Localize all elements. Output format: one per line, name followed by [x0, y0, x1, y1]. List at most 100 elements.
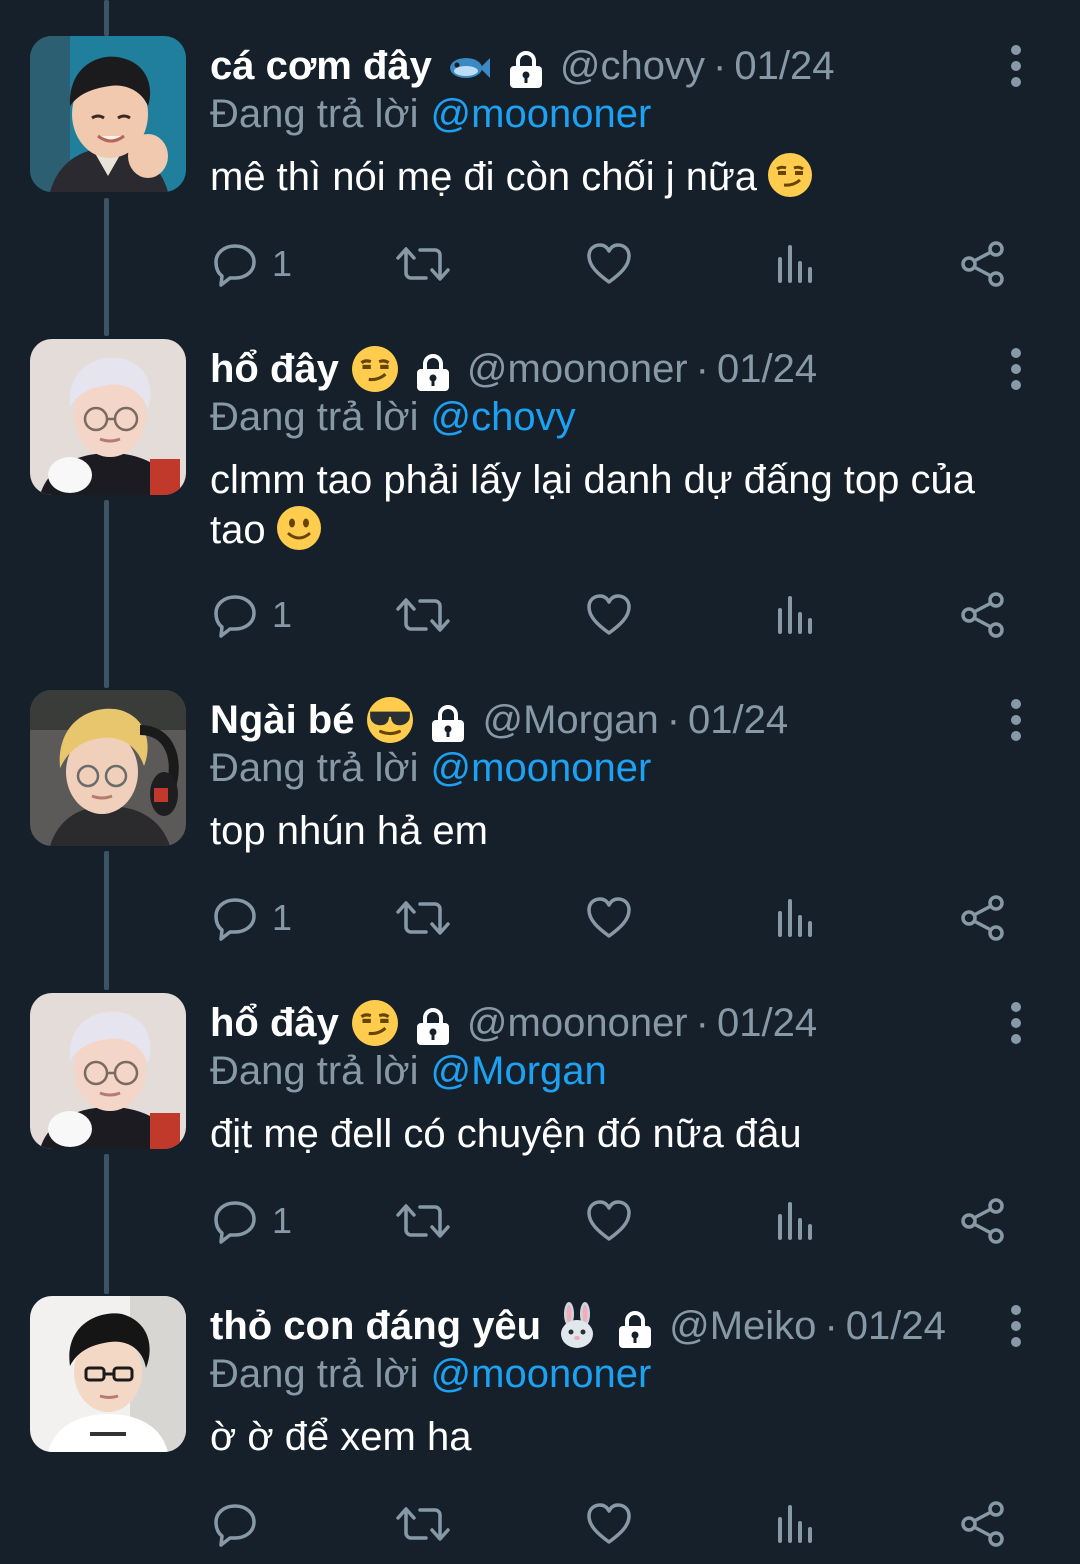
like-button[interactable]: [586, 888, 632, 948]
fish-emoji-icon: [444, 42, 492, 90]
replying-to-label: Đang trả lời: [210, 1352, 419, 1396]
reply-button[interactable]: 1: [212, 1191, 292, 1251]
retweet-button[interactable]: [396, 1191, 450, 1251]
avatar[interactable]: [30, 1296, 186, 1452]
analytics-icon: [778, 899, 812, 937]
avatar[interactable]: [30, 993, 186, 1149]
share-button[interactable]: [960, 888, 1006, 948]
tweet-date[interactable]: 01/24: [688, 690, 788, 750]
reply-button[interactable]: 1: [212, 234, 292, 294]
analytics-button[interactable]: [776, 234, 816, 294]
retweet-button[interactable]: [396, 585, 450, 645]
heart-icon: [587, 897, 631, 938]
tweet-date[interactable]: 01/24: [717, 339, 817, 399]
heart-icon: [587, 594, 631, 635]
reply-button[interactable]: 1: [212, 888, 292, 948]
more-options-icon[interactable]: [1001, 347, 1031, 391]
retweet-icon: [396, 1204, 450, 1238]
separator-dot: ·: [824, 1304, 838, 1348]
more-options-icon[interactable]: [1001, 698, 1031, 742]
replying-to: Đang trả lời @Morgan: [210, 1041, 607, 1101]
thread-connector-line: [104, 1154, 109, 1294]
like-button[interactable]: [586, 585, 632, 645]
reply-icon: [214, 898, 256, 941]
reply-count: 1: [272, 897, 293, 938]
replying-to-link[interactable]: @moononer: [431, 746, 652, 790]
analytics-button[interactable]: [776, 585, 816, 645]
tweet-actions: [210, 1494, 1030, 1554]
lock-icon: [413, 1003, 453, 1045]
separator-dot: ·: [713, 44, 727, 88]
avatar[interactable]: [30, 36, 186, 192]
separator-dot: ·: [666, 698, 681, 742]
tweet-actions: 1: [210, 1191, 1030, 1251]
replying-to-label: Đang trả lời: [210, 1049, 419, 1093]
reply-icon: [214, 1504, 256, 1547]
share-button[interactable]: [960, 1191, 1006, 1251]
tweet-date[interactable]: 01/24: [734, 36, 834, 96]
analytics-button[interactable]: [776, 1191, 816, 1251]
tweet-date[interactable]: 01/24: [717, 993, 817, 1053]
share-icon: [961, 241, 1004, 287]
user-handle[interactable]: @Meiko: [669, 1296, 816, 1356]
thread-connector-line: [104, 198, 109, 336]
reply-count: 1: [272, 243, 293, 284]
share-button[interactable]: [960, 585, 1006, 645]
reply-count: 1: [272, 594, 293, 635]
avatar[interactable]: [30, 690, 186, 846]
replying-to: Đang trả lời @moononer: [210, 84, 651, 144]
tweet-text-content: top nhún hả em: [210, 809, 488, 853]
avatar[interactable]: [30, 339, 186, 495]
more-options-icon[interactable]: [1001, 44, 1031, 88]
replying-to-link[interactable]: @moononer: [431, 1352, 652, 1396]
tweet-text: địt mẹ đell có chuyện đó nữa đâu: [210, 1109, 1040, 1159]
reply-count: 1: [272, 1200, 293, 1241]
replying-to-link[interactable]: @Morgan: [431, 1049, 607, 1093]
rabbit-face-emoji-icon: [553, 1302, 601, 1350]
replying-to: Đang trả lời @moononer: [210, 1344, 651, 1404]
tweet-actions: 1: [210, 234, 1030, 294]
more-options-icon[interactable]: [1001, 1001, 1031, 1045]
share-button[interactable]: [960, 1494, 1006, 1554]
like-button[interactable]: [586, 1191, 632, 1251]
share-button[interactable]: [960, 234, 1006, 294]
replying-to-link[interactable]: @chovy: [431, 395, 576, 439]
lock-icon: [413, 349, 453, 391]
replying-to-label: Đang trả lời: [210, 395, 419, 439]
reply-icon: [214, 244, 256, 287]
smirking-face-emoji-icon: [767, 152, 813, 198]
retweet-button[interactable]: [396, 888, 450, 948]
analytics-button[interactable]: [776, 888, 816, 948]
analytics-icon: [778, 1505, 812, 1543]
separator-dot: ·: [695, 347, 709, 391]
tweet-text: top nhún hả em: [210, 806, 1040, 856]
lock-icon: [506, 46, 546, 88]
more-options-icon[interactable]: [1001, 1304, 1031, 1348]
replying-to: Đang trả lời @moononer: [210, 738, 651, 798]
analytics-button[interactable]: [776, 1494, 816, 1554]
like-button[interactable]: [586, 234, 632, 294]
tweet-text-content: clmm tao phải lấy lại danh dự đấng top c…: [210, 458, 976, 552]
reply-button[interactable]: [212, 1494, 272, 1554]
analytics-icon: [778, 245, 812, 283]
share-icon: [961, 592, 1004, 638]
lock-icon: [615, 1306, 655, 1348]
share-icon: [961, 1501, 1004, 1547]
reply-icon: [214, 1201, 256, 1244]
replying-to-link[interactable]: @moononer: [431, 92, 652, 136]
sunglasses-face-emoji-icon: [366, 696, 414, 744]
heart-icon: [587, 243, 631, 284]
retweet-button[interactable]: [396, 1494, 450, 1554]
retweet-icon: [396, 901, 450, 935]
tweet-text-content: mê thì nói mẹ đi còn chối j nữa: [210, 155, 758, 199]
tweet-text: clmm tao phải lấy lại danh dự đấng top c…: [210, 455, 1040, 555]
tweet-date[interactable]: 01/24: [846, 1296, 946, 1356]
thread-connector-line: [104, 0, 109, 36]
retweet-button[interactable]: [396, 234, 450, 294]
lock-icon: [428, 700, 468, 742]
reply-button[interactable]: 1: [212, 585, 292, 645]
like-button[interactable]: [586, 1494, 632, 1554]
retweet-icon: [396, 247, 450, 281]
tweet-actions: 1: [210, 585, 1030, 645]
slightly-smiling-face-emoji-icon: [276, 505, 322, 551]
